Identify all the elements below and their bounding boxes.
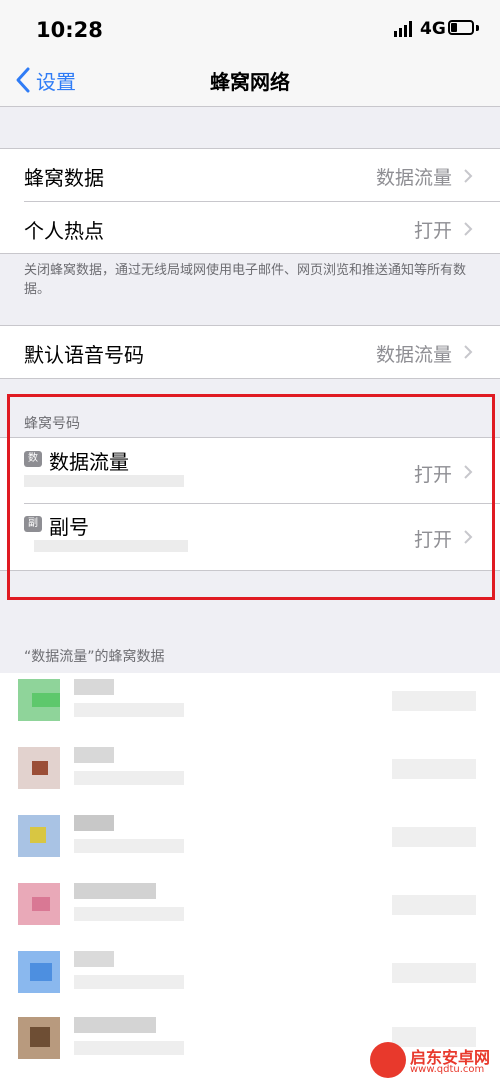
default-voice-value[interactable]: 数据流量 [376, 340, 452, 367]
page-title: 蜂窝网络 [210, 70, 290, 94]
battery-icon [448, 20, 474, 35]
list-item[interactable] [0, 809, 500, 877]
network-type: 4G [420, 19, 446, 39]
highlight-box [7, 394, 495, 600]
separator [24, 201, 500, 202]
app-name-redacted [74, 1017, 156, 1033]
list-item[interactable] [0, 877, 500, 945]
chevron-right-icon [464, 222, 473, 236]
signal-icon [394, 21, 412, 37]
cellular-data-value[interactable]: 数据流量 [376, 163, 452, 190]
hotspot-value[interactable]: 打开 [414, 216, 452, 243]
cellular-footnote: 关闭蜂窝数据，通过无线局域网使用电子邮件、网页浏览和推送通知等所有数据。 [24, 263, 467, 297]
cellular-data-label[interactable]: 蜂窝数据 [24, 162, 104, 191]
watermark-url: www.qdtu.com [410, 1064, 485, 1075]
status-time: 10:28 [36, 18, 103, 42]
list-item[interactable] [0, 741, 500, 809]
list-item[interactable] [0, 945, 500, 1013]
app-name-redacted [74, 679, 114, 695]
app-name-redacted [74, 883, 156, 899]
usage-redacted [392, 759, 476, 779]
chevron-right-icon [464, 169, 473, 183]
usage-redacted [392, 827, 476, 847]
chevron-right-icon [464, 345, 473, 359]
usage-redacted [392, 895, 476, 915]
app-name-redacted [74, 951, 114, 967]
app-name-redacted [74, 747, 114, 763]
usage-redacted [392, 691, 476, 711]
app-name-redacted [74, 815, 114, 831]
battery-tip [476, 25, 479, 31]
usage-redacted [392, 963, 476, 983]
watermark-logo [370, 1042, 406, 1078]
list-item[interactable] [0, 673, 500, 741]
default-voice-label[interactable]: 默认语音号码 [24, 339, 144, 368]
hotspot-label[interactable]: 个人热点 [24, 215, 104, 244]
section-header-usage: “数据流量”的蜂窝数据 [24, 649, 165, 665]
